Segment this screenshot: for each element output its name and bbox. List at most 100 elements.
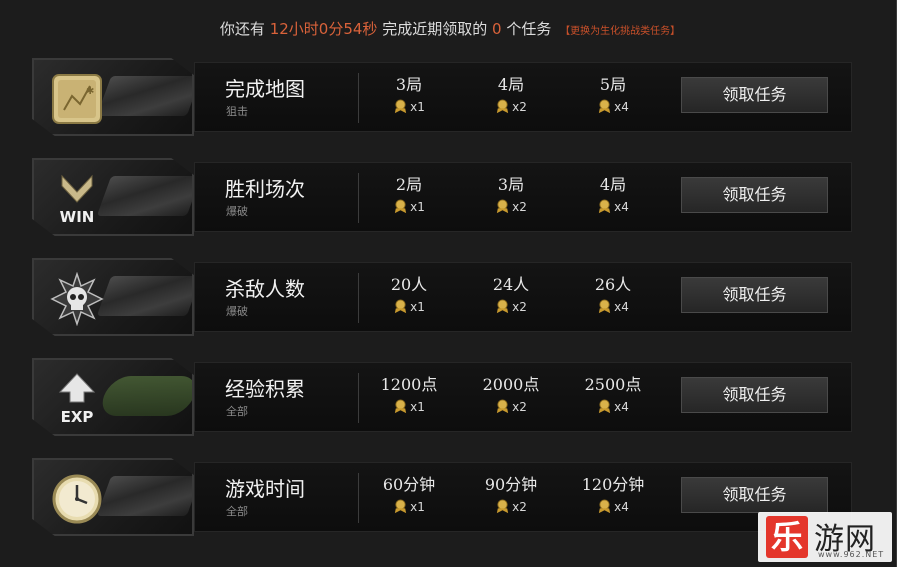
tier-reward: x2	[512, 299, 527, 314]
tier-reward: x4	[614, 499, 629, 514]
task-mode: 爆破	[226, 305, 248, 318]
task-thumbnail: ✱	[32, 58, 194, 136]
header-prefix: 你还有	[219, 20, 265, 38]
reward-tier: 3局 x2	[471, 171, 551, 214]
tier-requirement: 1200点	[380, 375, 438, 394]
task-row: WIN 胜利场次 爆破 2局 x1 3局 x2 4局 x4 领取任务	[32, 158, 852, 236]
task-thumbnail: WIN	[32, 158, 194, 236]
header-suffix: 个任务	[506, 20, 552, 38]
medal-icon	[599, 399, 611, 414]
tier-reward: x1	[410, 99, 425, 114]
accept-task-button[interactable]: 领取任务	[681, 477, 828, 513]
medal-icon	[599, 299, 611, 314]
task-row: 杀敌人数 爆破 20人 x1 24人 x2 26人 x4 领取任务	[32, 258, 852, 336]
tier-requirement: 2000点	[482, 375, 540, 394]
reward-tier: 4局 x2	[471, 71, 551, 114]
task-panel-body: 杀敌人数 爆破 20人 x1 24人 x2 26人 x4 领取任务	[194, 262, 852, 332]
accept-task-button[interactable]: 领取任务	[681, 277, 828, 313]
task-row: EXP 经验积累 全部 1200点 x1 2000点 x2 2500点 x4 领…	[32, 358, 852, 436]
task-thumbnail	[32, 258, 194, 336]
tier-reward: x4	[614, 299, 629, 314]
time-left: 12小时0分54秒	[269, 20, 378, 38]
accept-task-button[interactable]: 领取任务	[681, 377, 828, 413]
tier-requirement: 4局	[497, 75, 525, 94]
reward-tier: 26人 x4	[573, 271, 653, 314]
medal-icon	[395, 99, 407, 114]
logo-mark: 乐	[766, 516, 808, 558]
countdown-header: 你还有 12小时0分54秒 完成近期领取的 0 个任务 【更换为生化挑战类任务】	[0, 18, 900, 46]
reward-tier: 3局 x1	[369, 71, 449, 114]
reward-tier: 90分钟 x2	[471, 471, 551, 514]
task-row: 游戏时间 全部 60分钟 x1 90分钟 x2 120分钟 x4 领取任务	[32, 458, 852, 536]
task-panel-body: 完成地图 狙击 3局 x1 4局 x2 5局 x4 领取任务	[194, 62, 852, 132]
tier-requirement: 24人	[492, 275, 530, 294]
tier-requirement: 120分钟	[581, 475, 645, 494]
medal-icon	[497, 99, 509, 114]
exp-icon: EXP	[58, 373, 96, 426]
task-title: 杀敌人数	[225, 277, 305, 301]
tier-reward: x2	[512, 99, 527, 114]
task-row: ✱ 完成地图 狙击 3局 x1 4局 x2 5局 x4 领取任务	[32, 58, 852, 136]
medal-icon	[497, 399, 509, 414]
rifle-icon	[96, 76, 192, 116]
switch-task-type-link[interactable]: 【更换为生化挑战类任务】	[560, 26, 680, 37]
reward-tier: 120分钟 x4	[573, 471, 653, 514]
site-watermark-logo: 乐 游网 www.962.NET	[758, 512, 892, 562]
task-panel-body: 经验积累 全部 1200点 x1 2000点 x2 2500点 x4 领取任务	[194, 362, 852, 432]
svg-text:✱: ✱	[86, 86, 94, 97]
tier-requirement: 26人	[594, 275, 632, 294]
task-panel-body: 游戏时间 全部 60分钟 x1 90分钟 x2 120分钟 x4 领取任务	[194, 462, 852, 532]
medal-icon	[497, 299, 509, 314]
map-icon: ✱	[52, 74, 102, 124]
tier-reward: x4	[614, 199, 629, 214]
pistol-icon	[96, 176, 192, 216]
medal-icon	[395, 199, 407, 214]
tier-reward: x1	[410, 499, 425, 514]
divider	[358, 473, 359, 523]
reward-tier: 2局 x1	[369, 171, 449, 214]
tier-requirement: 90分钟	[484, 475, 538, 494]
rifle-icon	[96, 476, 192, 516]
reward-tier: 1200点 x1	[369, 371, 449, 414]
tier-reward: x2	[512, 199, 527, 214]
clock-icon	[52, 474, 102, 524]
tier-reward: x4	[614, 399, 629, 414]
medal-icon	[497, 499, 509, 514]
rifle-icon	[96, 276, 192, 316]
task-thumbnail: EXP	[32, 358, 194, 436]
tier-requirement: 3局	[497, 175, 525, 194]
medal-icon	[497, 199, 509, 214]
medal-icon	[599, 99, 611, 114]
tier-requirement: 5局	[599, 75, 627, 94]
header-middle: 完成近期领取的	[382, 20, 488, 38]
tier-reward: x2	[512, 499, 527, 514]
reward-tier: 2500点 x4	[573, 371, 653, 414]
win-icon-label: WIN	[60, 208, 95, 226]
win-icon: WIN	[60, 174, 95, 226]
task-mode: 全部	[226, 505, 248, 518]
skull-icon	[50, 272, 104, 326]
exp-icon-label: EXP	[61, 408, 94, 426]
tier-reward: x1	[410, 299, 425, 314]
tier-requirement: 60分钟	[382, 475, 436, 494]
tier-reward: x1	[410, 399, 425, 414]
reward-tier: 20人 x1	[369, 271, 449, 314]
task-mode: 爆破	[226, 205, 248, 218]
accept-task-button[interactable]: 领取任务	[681, 177, 828, 213]
divider	[358, 373, 359, 423]
medal-icon	[395, 299, 407, 314]
task-title: 胜利场次	[225, 177, 305, 201]
task-title: 经验积累	[225, 377, 305, 401]
reward-tier: 5局 x4	[573, 71, 653, 114]
task-count: 0	[491, 20, 502, 38]
task-panel-body: 胜利场次 爆破 2局 x1 3局 x2 4局 x4 领取任务	[194, 162, 852, 232]
medal-icon	[395, 499, 407, 514]
divider	[358, 73, 359, 123]
beret-icon	[96, 376, 192, 416]
tier-reward: x4	[614, 99, 629, 114]
accept-task-button[interactable]: 领取任务	[681, 77, 828, 113]
tier-requirement: 20人	[390, 275, 428, 294]
divider	[358, 273, 359, 323]
divider	[358, 173, 359, 223]
tier-requirement: 2局	[395, 175, 423, 194]
